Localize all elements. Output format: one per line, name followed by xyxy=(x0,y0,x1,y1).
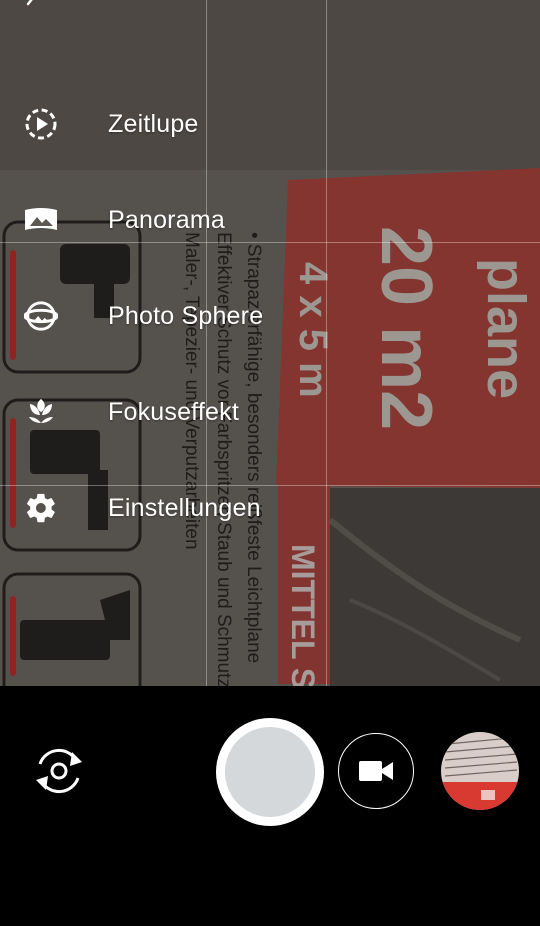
thumbnail-image xyxy=(441,732,519,810)
mode-item-label: Fokuseffekt xyxy=(108,397,239,426)
last-photo-thumbnail[interactable] xyxy=(441,732,519,810)
mode-item-label: Zeitlupe xyxy=(108,109,199,138)
mode-item-panorama[interactable]: Panorama xyxy=(0,172,540,268)
slow-motion-icon xyxy=(24,107,58,141)
mode-item-photo-sphere[interactable]: Photo Sphere xyxy=(0,268,540,364)
back-arrow-icon[interactable] xyxy=(14,0,42,14)
gear-icon xyxy=(24,491,58,525)
mode-item-settings[interactable]: Einstellungen xyxy=(0,460,540,556)
switch-camera-button[interactable] xyxy=(28,740,90,802)
lens-blur-icon xyxy=(24,395,58,429)
video-camera-icon xyxy=(359,761,393,781)
mode-menu: Zeitlupe Panorama Photo Sphere Fokuseffe… xyxy=(0,76,540,556)
panorama-icon xyxy=(24,203,58,237)
shutter-inner xyxy=(225,727,315,817)
mode-item-label: Panorama xyxy=(108,205,225,234)
mode-item-label: Einstellungen xyxy=(108,493,261,522)
mode-item-label: Photo Sphere xyxy=(108,301,264,330)
camera-screen: plane 20 m2 4 x 5 m MITTEL STA • Strapaz… xyxy=(0,0,540,926)
switch-camera-icon xyxy=(36,748,82,794)
video-mode-button[interactable] xyxy=(338,733,414,809)
camera-control-bar xyxy=(0,686,540,926)
photo-sphere-icon xyxy=(24,299,58,333)
shutter-button[interactable] xyxy=(216,718,324,826)
mode-item-slow-motion[interactable]: Zeitlupe xyxy=(0,76,540,172)
mode-item-lens-blur[interactable]: Fokuseffekt xyxy=(0,364,540,460)
